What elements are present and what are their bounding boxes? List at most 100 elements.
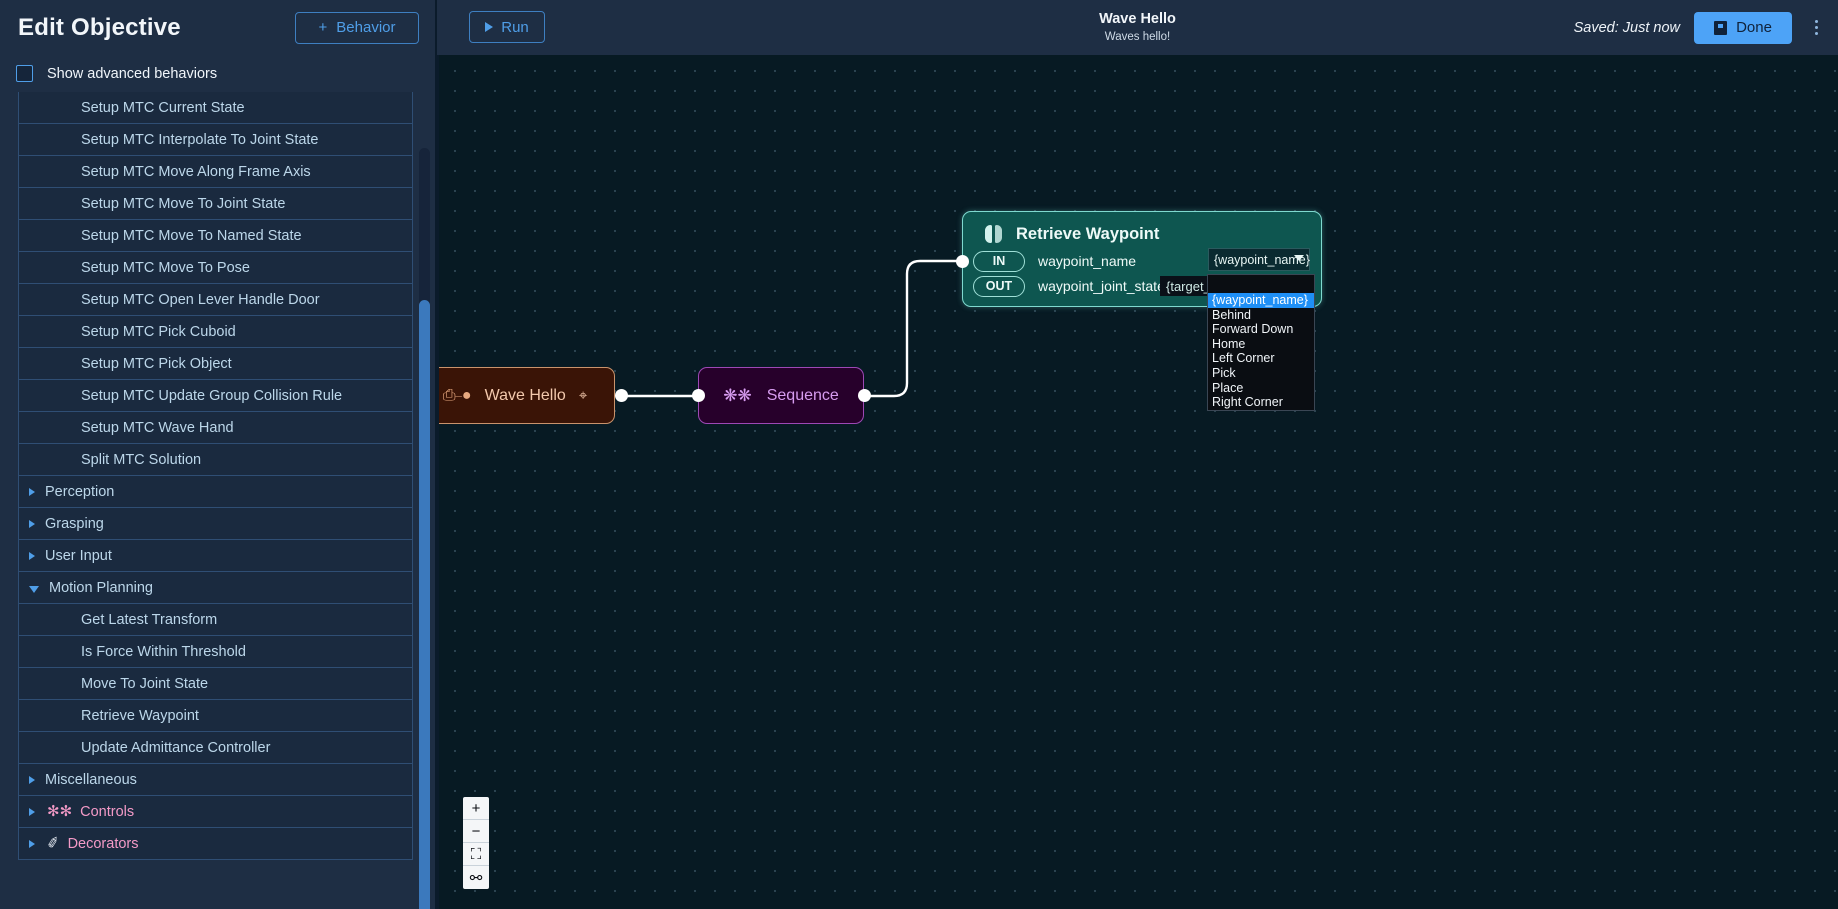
waypoint-name-select[interactable]: {waypoint_name}: [1208, 248, 1310, 271]
sidebar-item-move-to-joint-state[interactable]: Move To Joint State: [18, 667, 413, 700]
run-button[interactable]: Run: [469, 11, 545, 43]
behavior-tree-icon: ⎙⎯●: [442, 386, 472, 404]
zoom-in-icon[interactable]: +: [463, 797, 489, 820]
sidebar-item-label: Grasping: [45, 515, 104, 532]
sidebar-item-label: Setup MTC Move Along Frame Axis: [81, 163, 311, 180]
header-main-area: Run Wave Hello Waves hello! Saved: Just …: [437, 0, 1838, 55]
sidebar-item-retrieve-waypoint[interactable]: Retrieve Waypoint: [18, 699, 413, 732]
sidebar-item-setup-mtc-pick-object[interactable]: Setup MTC Pick Object: [18, 347, 413, 380]
sidebar-item-setup-mtc-open-lever-handle-door[interactable]: Setup MTC Open Lever Handle Door: [18, 283, 413, 316]
gears-icon: ❋❋: [723, 386, 752, 405]
collapse-icon[interactable]: ⌖: [579, 388, 587, 403]
dropdown-option[interactable]: Right Corner: [1208, 395, 1314, 410]
sidebar-item-label: Setup MTC Interpolate To Joint State: [81, 131, 319, 148]
sidebar-item-label: User Input: [45, 547, 112, 564]
sidebar-item-label: Perception: [45, 483, 115, 500]
chevron-right-icon[interactable]: [29, 807, 35, 816]
node-retrieve-waypoint-header: Retrieve Waypoint: [963, 221, 1321, 247]
sidebar-item-label: Setup MTC Pick Object: [81, 355, 232, 372]
chevron-right-icon[interactable]: [29, 487, 35, 496]
sidebar-item-label: Setup MTC Move To Pose: [81, 259, 250, 276]
node-wave-hello[interactable]: ⎙⎯● Wave Hello ⌖: [439, 367, 615, 424]
add-behavior-label: Behavior: [336, 19, 396, 36]
paintbrush-icon: ✐: [45, 833, 62, 854]
sidebar-item-setup-mtc-pick-cuboid[interactable]: Setup MTC Pick Cuboid: [18, 315, 413, 348]
node-retrieve-waypoint-label: Retrieve Waypoint: [1016, 224, 1160, 243]
port-name-waypoint-name: waypoint_name: [1038, 253, 1137, 269]
sidebar-item-get-latest-transform[interactable]: Get Latest Transform: [18, 603, 413, 636]
page-title: Edit Objective: [18, 13, 181, 41]
dropdown-option[interactable]: Left Corner: [1208, 351, 1314, 366]
dropdown-option[interactable]: {waypoint_name}: [1208, 293, 1314, 308]
sidebar-item-motion-planning[interactable]: Motion Planning: [18, 571, 413, 604]
sidebar-item-controls[interactable]: ✻✻ Controls: [18, 795, 413, 828]
behavior-library-sidebar: Show advanced behaviors Setup MTC Curren…: [0, 55, 437, 909]
lock-tree-icon[interactable]: ⚯: [463, 866, 489, 889]
add-behavior-button[interactable]: + Behavior: [295, 11, 419, 44]
dropdown-option[interactable]: Place: [1208, 381, 1314, 396]
sidebar-item-setup-mtc-move-to-joint-state[interactable]: Setup MTC Move To Joint State: [18, 187, 413, 220]
sidebar-item-label: Setup MTC Wave Hand: [81, 419, 234, 436]
sidebar-item-label: Motion Planning: [49, 579, 153, 596]
sidebar-item-setup-mtc-update-group-collision-rule[interactable]: Setup MTC Update Group Collision Rule: [18, 379, 413, 412]
sidebar-item-label: Decorators: [67, 835, 139, 852]
sequence-output-handle[interactable]: [858, 389, 871, 402]
header-left-panel: Edit Objective + Behavior: [0, 0, 437, 55]
sidebar-item-update-admittance-controller[interactable]: Update Admittance Controller: [18, 731, 413, 764]
sidebar-item-label: Setup MTC Pick Cuboid: [81, 323, 236, 340]
chevron-right-icon[interactable]: [29, 551, 35, 560]
sidebar-item-label: Setup MTC Current State: [81, 99, 245, 116]
sidebar-item-grasping[interactable]: Grasping: [18, 507, 413, 540]
saved-status: Saved: Just now: [1573, 19, 1680, 36]
dropdown-option[interactable]: Home: [1208, 337, 1314, 352]
fit-view-icon[interactable]: ⛶: [463, 843, 489, 866]
port-direction-in: IN: [973, 250, 1025, 272]
sidebar-scrollbar-thumb[interactable]: [419, 300, 430, 909]
sidebar-item-split-mtc-solution[interactable]: Split MTC Solution: [18, 443, 413, 476]
dropdown-option-blank[interactable]: [1208, 275, 1314, 293]
sidebar-item-setup-mtc-wave-hand[interactable]: Setup MTC Wave Hand: [18, 411, 413, 444]
kebab-menu-icon[interactable]: [1806, 12, 1826, 44]
done-button[interactable]: Done: [1694, 11, 1792, 44]
sidebar-item-decorators[interactable]: ✐ Decorators: [18, 827, 413, 860]
wave-hello-output-handle[interactable]: [615, 389, 628, 402]
sidebar-item-setup-mtc-move-to-pose[interactable]: Setup MTC Move To Pose: [18, 251, 413, 284]
sidebar-item-perception[interactable]: Perception: [18, 475, 413, 508]
waypoint-name-dropdown-list[interactable]: {waypoint_name} Behind Forward Down Home Lef…: [1207, 274, 1315, 411]
chevron-right-icon[interactable]: [29, 775, 35, 784]
dropdown-option[interactable]: Behind: [1208, 308, 1314, 323]
behavior-tree-canvas[interactable]: ⎙⎯● Wave Hello ⌖ ❋❋ Sequence Retrieve Wa…: [439, 55, 1838, 909]
play-icon: [485, 22, 494, 32]
run-label: Run: [501, 18, 529, 36]
sidebar-item-label: Split MTC Solution: [81, 451, 202, 468]
sidebar-item-setup-mtc-move-to-named-state[interactable]: Setup MTC Move To Named State: [18, 219, 413, 252]
node-sequence[interactable]: ❋❋ Sequence: [698, 367, 864, 424]
chevron-down-icon: [1294, 255, 1304, 261]
sidebar-item-label: Setup MTC Move To Joint State: [81, 195, 286, 212]
zoom-out-icon[interactable]: −: [463, 820, 489, 843]
sidebar-item-label: Update Admittance Controller: [81, 739, 271, 756]
show-advanced-behaviors-checkbox[interactable]: [16, 65, 33, 82]
show-advanced-behaviors-row[interactable]: Show advanced behaviors: [0, 55, 435, 92]
canvas-zoom-controls: + − ⛶ ⚯: [463, 797, 489, 889]
sequence-input-handle[interactable]: [692, 389, 705, 402]
sidebar-item-user-input[interactable]: User Input: [18, 539, 413, 572]
sidebar-item-setup-mtc-move-along-frame-axis[interactable]: Setup MTC Move Along Frame Axis: [18, 155, 413, 188]
objective-description: Waves hello!: [1104, 30, 1171, 43]
chevron-right-icon[interactable]: [29, 839, 35, 848]
chevron-right-icon[interactable]: [29, 519, 35, 528]
chevron-down-icon[interactable]: [29, 585, 39, 593]
objective-name: Wave Hello: [1099, 11, 1176, 28]
behavior-tree-list: Setup MTC Current State Setup MTC Interpo…: [0, 92, 435, 909]
retrieve-waypoint-input-handle[interactable]: [956, 255, 969, 268]
sidebar-item-setup-mtc-current-state[interactable]: Setup MTC Current State: [18, 92, 413, 124]
sidebar-item-setup-mtc-interpolate-to-joint-state[interactable]: Setup MTC Interpolate To Joint State: [18, 123, 413, 156]
dropdown-option[interactable]: Pick: [1208, 366, 1314, 381]
port-direction-out: OUT: [973, 275, 1025, 297]
dropdown-option[interactable]: Forward Down: [1208, 322, 1314, 337]
sidebar-item-miscellaneous[interactable]: Miscellaneous: [18, 763, 413, 796]
sidebar-item-label: Miscellaneous: [45, 771, 137, 788]
port-name-waypoint-joint-state: waypoint_joint_state: [1038, 278, 1165, 294]
sidebar-item-is-force-within-threshold[interactable]: Is Force Within Threshold: [18, 635, 413, 668]
sidebar-item-label: Controls: [80, 803, 135, 820]
